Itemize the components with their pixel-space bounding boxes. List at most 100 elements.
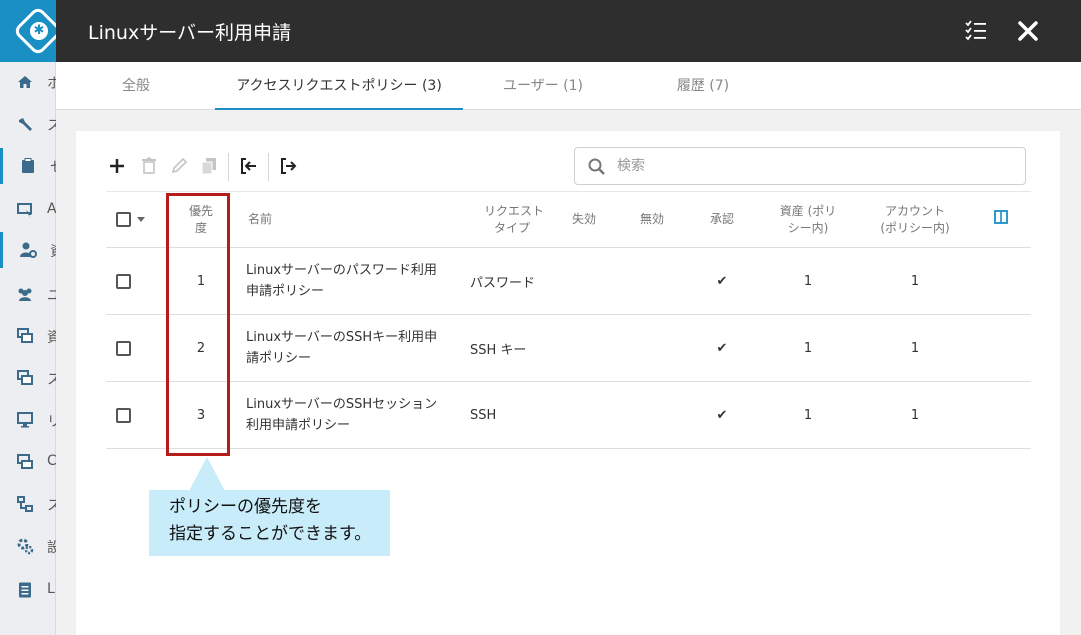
- table-row[interactable]: 2 LinuxサーバーのSSHキー利用申 請ポリシー SSH キー ✔ 1 1: [106, 314, 1031, 382]
- sidebar-item-r[interactable]: リ: [0, 402, 61, 438]
- tab-history[interactable]: 履歴 (7): [668, 62, 738, 110]
- table-row[interactable]: 1 Linuxサーバーのパスワード利用 申請ポリシー パスワード ✔ 1 1: [106, 247, 1031, 315]
- windows-icon: [17, 370, 33, 385]
- copy-icon[interactable]: [198, 155, 220, 177]
- callout-note: ポリシーの優先度を 指定することができます。: [149, 490, 390, 556]
- row-select-cell: [106, 314, 168, 382]
- app-logo[interactable]: ✱: [0, 0, 64, 62]
- disabled-cell: [616, 381, 688, 449]
- column-header-assets[interactable]: 資産 (ポリ シー内): [756, 191, 860, 248]
- windows-icon: [17, 328, 33, 343]
- add-icon[interactable]: [106, 155, 128, 177]
- request-type-cell: SSH: [462, 381, 552, 449]
- header-request-type-line2: タイプ: [494, 220, 531, 235]
- column-chooser-icon[interactable]: [993, 210, 1008, 224]
- user-gear-icon: [20, 242, 37, 258]
- sidebar-item-settings[interactable]: 設: [0, 528, 61, 564]
- modal-header: Linuxサーバー利用申請: [56, 0, 1081, 62]
- approval-checkmark-icon: ✔: [688, 381, 756, 449]
- header-accounts-line2: (ポリシー内): [880, 220, 950, 235]
- row-select-cell: [106, 247, 168, 315]
- document-icon: [19, 582, 31, 598]
- policy-name-cell: LinuxサーバーのSSHセッション 利用申請ポリシー: [234, 381, 462, 449]
- approval-checkmark-icon: ✔: [688, 247, 756, 315]
- delete-icon[interactable]: [138, 155, 160, 177]
- monitor-icon: [17, 412, 33, 428]
- policy-name-cell: Linuxサーバーのパスワード利用 申請ポリシー: [234, 247, 462, 315]
- empty-cell: [970, 381, 1031, 449]
- select-all-checkbox[interactable]: [116, 212, 131, 227]
- accounts-count-cell: 1: [860, 314, 970, 382]
- policy-name-line2: 利用申請ポリシー: [246, 418, 351, 433]
- sidebar-item-users[interactable]: ユ: [0, 276, 61, 312]
- policy-name-line2: 申請ポリシー: [246, 284, 325, 299]
- column-header-accounts[interactable]: アカウント (ポリシー内): [860, 191, 970, 248]
- column-chooser-header: [970, 191, 1031, 248]
- select-all-header: [106, 191, 168, 248]
- policy-name-line1: LinuxサーバーのSSHセッション: [246, 397, 438, 412]
- row-checkbox[interactable]: [116, 407, 131, 423]
- sidebar-item-c[interactable]: C: [0, 444, 57, 480]
- search-icon: [588, 158, 605, 175]
- tab-access-request-policies[interactable]: アクセスリクエストポリシー (3): [215, 62, 463, 110]
- policy-name-line1: Linuxサーバーのパスワード利用: [246, 263, 437, 278]
- column-header-expired[interactable]: 失効: [552, 191, 616, 248]
- assets-count-cell: 1: [756, 314, 860, 382]
- clipboard-icon: [22, 158, 34, 173]
- sidebar-item-security[interactable]: セ: [0, 148, 64, 184]
- sidebar-item-a[interactable]: A: [0, 192, 57, 228]
- table-row[interactable]: 3 LinuxサーバーのSSHセッション 利用申請ポリシー SSH ✔ 1 1: [106, 381, 1031, 449]
- header-name: 名前: [248, 212, 273, 226]
- column-header-name[interactable]: 名前: [234, 191, 462, 248]
- disabled-cell: [616, 247, 688, 315]
- edit-icon[interactable]: [168, 155, 190, 177]
- priority-column-highlight: [166, 193, 230, 456]
- tab-general[interactable]: 全般: [106, 62, 166, 110]
- sidebar-item-tools[interactable]: ス: [0, 106, 61, 142]
- app-sidebar: ✱ ホ ス セ A 資 ユ 資 ス リ C ス: [0, 0, 64, 635]
- tab-bar: 全般 アクセスリクエストポリシー (3) ユーザー (1) 履歴 (7): [56, 62, 1081, 110]
- toolbar-separator: [228, 153, 229, 181]
- row-checkbox[interactable]: [116, 340, 131, 356]
- search-input[interactable]: [617, 155, 1007, 177]
- sidebar-item-resources[interactable]: 資: [0, 318, 61, 354]
- policy-table: 優先 度 名前 リクエスト タイプ 失効 無効 承認 資産 (ポリ シー内) ア…: [106, 191, 1031, 449]
- column-header-approval[interactable]: 承認: [688, 191, 756, 248]
- row-checkbox[interactable]: [116, 273, 131, 289]
- column-header-request-type[interactable]: リクエスト タイプ: [462, 191, 552, 248]
- users-icon: [18, 288, 32, 301]
- approval-checkmark-icon: ✔: [688, 314, 756, 382]
- move-priority-up-icon[interactable]: [238, 155, 260, 177]
- wrench-icon: [19, 118, 32, 131]
- close-icon[interactable]: [1014, 17, 1042, 45]
- table-header-row: 優先 度 名前 リクエスト タイプ 失効 無効 承認 資産 (ポリ シー内) ア…: [106, 191, 1031, 248]
- network-icon: [17, 496, 33, 512]
- header-expired: 失効: [571, 212, 596, 226]
- toolbar-separator: [268, 153, 269, 181]
- expired-cell: [552, 314, 616, 382]
- sidebar-item-logs[interactable]: L: [0, 572, 56, 608]
- move-priority-down-icon[interactable]: [278, 155, 300, 177]
- search-box[interactable]: [574, 147, 1026, 185]
- policy-name-line2: 請ポリシー: [246, 351, 312, 366]
- list-settings-icon[interactable]: [962, 17, 990, 45]
- sidebar-item-assets[interactable]: 資: [0, 232, 64, 268]
- expired-cell: [552, 381, 616, 449]
- column-header-disabled[interactable]: 無効: [616, 191, 688, 248]
- select-menu-chevron-down-icon[interactable]: [137, 217, 145, 222]
- header-assets-line2: シー内): [787, 220, 829, 235]
- home-icon: [18, 76, 32, 88]
- sidebar-item-label: L: [47, 581, 55, 597]
- assets-count-cell: 1: [756, 247, 860, 315]
- tab-users[interactable]: ユーザー (1): [496, 62, 590, 110]
- sidebar-item-s[interactable]: ス: [0, 360, 61, 396]
- header-disabled: 無効: [639, 212, 664, 226]
- policy-name-line1: LinuxサーバーのSSHキー利用申: [246, 330, 438, 345]
- callout-line2: 指定することができます。: [169, 524, 372, 544]
- sidebar-item-home[interactable]: ホ: [0, 64, 61, 100]
- policy-name-cell: LinuxサーバーのSSHキー利用申 請ポリシー: [234, 314, 462, 382]
- sidebar-item-network[interactable]: ス: [0, 486, 61, 522]
- assets-count-cell: 1: [756, 381, 860, 449]
- chat-icon: [17, 454, 33, 469]
- modal-title: Linuxサーバー利用申請: [88, 22, 292, 44]
